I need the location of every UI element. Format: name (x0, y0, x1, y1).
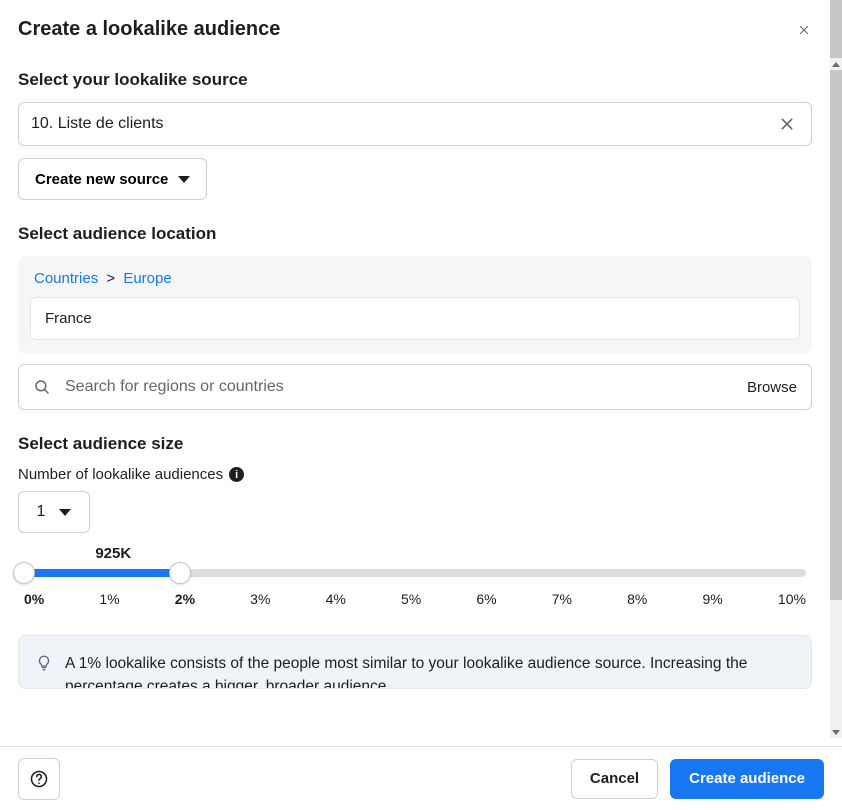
location-search-input[interactable] (63, 377, 735, 397)
clear-source-button[interactable] (775, 112, 799, 136)
search-icon (33, 378, 51, 396)
info-icon[interactable]: i (229, 467, 244, 482)
caret-down-icon (59, 509, 71, 516)
section-title-size: Select audience size (18, 434, 812, 454)
number-of-audiences-label: Number of lookalike audiences i (18, 466, 812, 483)
browse-link[interactable]: Browse (747, 379, 797, 396)
slider-tick: 1% (99, 591, 119, 607)
close-icon (798, 21, 810, 39)
slider-thumb-start[interactable] (13, 562, 35, 584)
estimated-size-label: 925K (95, 545, 131, 562)
slider-rail (24, 569, 806, 577)
tip-text: A 1% lookalike consists of the people mo… (65, 652, 795, 684)
scrollbar-arrow-up[interactable] (830, 58, 842, 70)
location-panel: Countries > Europe France (18, 256, 812, 354)
slider-tick: 7% (552, 591, 572, 607)
caret-down-icon (178, 176, 190, 183)
help-icon (29, 769, 49, 789)
number-of-audiences-select[interactable]: 1 (18, 491, 90, 533)
modal-header: Create a lookalike audience (0, 0, 842, 48)
slider-tick: 10% (778, 591, 806, 607)
slider-tick: 3% (250, 591, 270, 607)
slider-tick: 4% (326, 591, 346, 607)
lookalike-source-value: 10. Liste de clients (31, 115, 164, 133)
location-search-row: Browse (18, 364, 812, 410)
slider-tick: 8% (627, 591, 647, 607)
slider-ticks: 0% 1% 2% 3% 4% 5% 6% 7% 8% 9% 10% (24, 591, 806, 607)
slider-thumb-end[interactable] (169, 562, 191, 584)
selected-location-chip[interactable]: France (30, 297, 800, 340)
slider-tick: 9% (703, 591, 723, 607)
breadcrumb: Countries > Europe (30, 270, 800, 287)
tip-panel: A 1% lookalike consists of the people mo… (18, 635, 812, 689)
slider-tick: 6% (476, 591, 496, 607)
slider-tick: 5% (401, 591, 421, 607)
cancel-button[interactable]: Cancel (571, 759, 658, 799)
lightbulb-icon (35, 654, 53, 672)
page-title: Create a lookalike audience (18, 18, 280, 41)
lookalike-modal: Create a lookalike audience Select your … (0, 0, 842, 810)
slider-tick: 2% (175, 591, 195, 607)
breadcrumb-europe[interactable]: Europe (123, 270, 171, 287)
scrollbar-thumb[interactable] (830, 0, 842, 600)
audience-size-slider[interactable]: 925K 0%1%2%3%4%5%6%7%8%9%10% (18, 569, 812, 607)
scrollbar-arrow-down[interactable] (830, 726, 842, 738)
number-of-audiences-text: Number of lookalike audiences (18, 466, 223, 483)
slider-tick: 0% (24, 591, 44, 607)
number-of-audiences-value: 1 (37, 503, 46, 521)
section-title-source: Select your lookalike source (18, 70, 812, 90)
close-button[interactable] (792, 18, 816, 42)
create-new-source-label: Create new source (35, 171, 168, 188)
create-new-source-button[interactable]: Create new source (18, 158, 207, 200)
breadcrumb-countries[interactable]: Countries (34, 270, 98, 287)
modal-body: Select your lookalike source 10. Liste d… (0, 48, 842, 746)
section-title-location: Select audience location (18, 224, 812, 244)
breadcrumb-separator: > (106, 270, 115, 287)
help-button[interactable] (18, 758, 60, 800)
slider-rail-active (24, 569, 180, 577)
modal-footer: Cancel Create audience (0, 746, 842, 810)
create-audience-button[interactable]: Create audience (670, 759, 824, 799)
close-icon (779, 116, 795, 132)
lookalike-source-select[interactable]: 10. Liste de clients (18, 102, 812, 146)
